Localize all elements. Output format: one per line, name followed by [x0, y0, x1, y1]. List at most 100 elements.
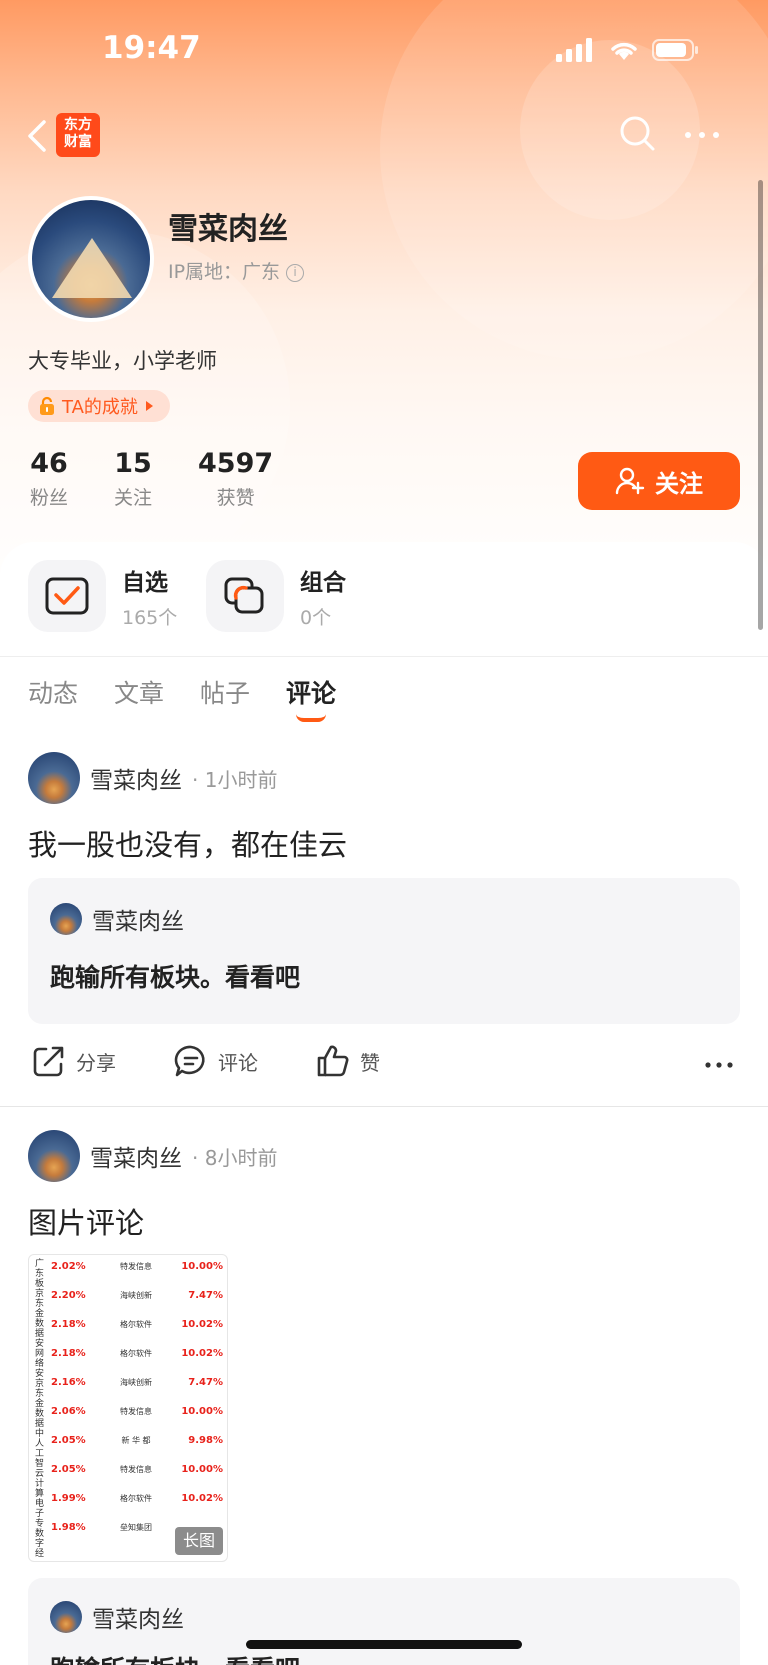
image-row-stock: 格尔软件 — [120, 1494, 152, 1503]
post-header: 雪菜肉丝 · 8小时前 — [28, 1130, 277, 1182]
post-text[interactable]: 我一股也没有，都在佳云 — [28, 822, 347, 864]
post-author[interactable]: 雪菜肉丝 — [90, 761, 182, 795]
search-button[interactable] — [618, 114, 658, 154]
profile-avatar[interactable] — [28, 196, 154, 322]
more-button[interactable] — [682, 120, 722, 150]
image-row-stock: 垒知集团 — [120, 1523, 152, 1532]
image-row-stock: 海峡创新 — [120, 1378, 152, 1387]
post-time: · 1小时前 — [192, 767, 278, 792]
comment-button[interactable]: 评论 — [174, 1044, 258, 1078]
image-row-change: 2.05% — [51, 1464, 86, 1475]
image-row-stock-change: 10.00% — [181, 1406, 223, 1417]
status-icons — [556, 38, 700, 62]
quoted-text: 跑输所有板块。看看吧 — [50, 1650, 300, 1665]
tab-dynamics[interactable]: 动态 — [28, 674, 78, 710]
quoted-post[interactable]: 雪菜肉丝 跑输所有板块。看看吧 — [28, 878, 740, 1024]
quoted-post-header: 雪菜肉丝 — [50, 902, 184, 936]
image-row-stock-change: 10.00% — [181, 1261, 223, 1272]
post-more-button[interactable] — [704, 1050, 734, 1080]
active-tab-indicator — [296, 714, 327, 722]
image-row: 2.02% 特发信息 10.00% — [51, 1261, 223, 1272]
image-row-stock-change: 9.98% — [188, 1435, 223, 1446]
portfolio-entry[interactable]: 组合 0个 — [206, 560, 346, 632]
stat-following-label: 关注 — [114, 487, 153, 509]
add-user-icon — [615, 467, 645, 495]
stat-fans[interactable]: 46 粉丝 — [30, 448, 68, 510]
stat-likes[interactable]: 4597 获赞 — [198, 448, 273, 510]
image-row-change: 2.20% — [51, 1290, 86, 1301]
search-icon — [620, 116, 655, 151]
stat-fans-count: 46 — [30, 448, 68, 479]
wifi-icon — [611, 42, 637, 60]
image-row-change: 2.05% — [51, 1435, 86, 1446]
stat-fans-label: 粉丝 — [30, 487, 69, 509]
image-row-stock: 特发信息 — [120, 1407, 152, 1416]
home-indicator[interactable] — [246, 1640, 522, 1649]
logo-text-bottom: 财富 — [64, 134, 92, 150]
stat-likes-count: 4597 — [198, 448, 274, 479]
portfolio-icon — [224, 577, 264, 614]
chevron-left-icon — [28, 120, 46, 152]
image-left-column: 广东板京东金数据安网络安京东金数据中人工智云计算电子专数字经 — [35, 1259, 45, 1559]
tab-comments[interactable]: 评论 — [286, 674, 336, 722]
quoted-post-header: 雪菜肉丝 — [50, 1600, 184, 1634]
status-time: 19:47 — [102, 30, 201, 66]
image-row-stock: 特发信息 — [120, 1465, 152, 1474]
image-row: 2.06% 特发信息 10.00% — [51, 1406, 223, 1417]
image-row-stock-change: 10.02% — [181, 1493, 223, 1504]
portfolio-title: 组合 — [300, 569, 346, 596]
image-row-change: 1.98% — [51, 1522, 86, 1533]
tab-posts[interactable]: 帖子 — [200, 674, 250, 710]
image-row-change: 1.99% — [51, 1493, 86, 1504]
lock-icon — [40, 396, 54, 415]
comment-label: 评论 — [218, 1050, 258, 1075]
post-image[interactable]: 广东板京东金数据安网络安京东金数据中人工智云计算电子专数字经 2.02% 特发信息… — [28, 1254, 228, 1562]
stat-likes-label: 获赞 — [216, 487, 255, 509]
post-time: · 8小时前 — [192, 1145, 278, 1170]
post-text[interactable]: 图片评论 — [28, 1200, 144, 1242]
share-label: 分享 — [76, 1050, 116, 1075]
follow-button[interactable]: 关注 — [578, 452, 740, 510]
back-button[interactable] — [24, 116, 54, 156]
stat-following[interactable]: 15 关注 — [114, 448, 152, 510]
share-button[interactable]: 分享 — [32, 1044, 116, 1078]
app-logo: 东方 财富 — [56, 113, 100, 157]
image-row-stock-change: 10.00% — [181, 1464, 223, 1475]
comment-icon — [174, 1045, 205, 1077]
divider — [0, 1106, 768, 1107]
image-row-change: 2.18% — [51, 1319, 86, 1330]
portfolio-icon-box — [206, 560, 284, 632]
image-row-change: 2.02% — [51, 1261, 86, 1272]
profile-tabs: 动态 文章 帖子 评论 — [28, 674, 336, 722]
quoted-text: 跑输所有板块。看看吧 — [50, 963, 301, 992]
watchlist-icon-box — [28, 560, 106, 632]
like-label: 赞 — [360, 1050, 380, 1075]
quoted-post[interactable]: 雪菜肉丝 跑输所有板块。看看吧 — [28, 1578, 740, 1665]
avatar — [50, 903, 82, 935]
info-icon[interactable]: i — [286, 263, 305, 282]
portfolio-count: 0个 — [300, 606, 332, 629]
thumbs-up-icon — [317, 1045, 349, 1077]
avatar[interactable] — [28, 752, 80, 804]
image-row-stock: 格尔软件 — [120, 1320, 152, 1329]
play-arrow-icon — [145, 401, 153, 411]
achievement-badge[interactable]: TA的成就 — [28, 390, 170, 422]
watchlist-count: 165个 — [122, 606, 178, 629]
image-row-stock: 海峡创新 — [120, 1291, 152, 1300]
image-row-stock: 格尔软件 — [120, 1349, 152, 1358]
post-author[interactable]: 雪菜肉丝 — [90, 1139, 182, 1173]
image-row: 2.18% 格尔软件 10.02% — [51, 1348, 223, 1359]
avatar[interactable] — [28, 1130, 80, 1182]
scrollbar[interactable] — [758, 180, 763, 630]
image-row-stock-change: 10.02% — [181, 1319, 223, 1330]
more-dots-icon — [705, 1062, 733, 1068]
stat-following-count: 15 — [114, 448, 152, 479]
achievement-label: TA的成就 — [62, 397, 138, 418]
post-actions: 分享 评论 赞 — [32, 1044, 738, 1088]
long-image-badge: 长图 — [175, 1527, 223, 1555]
like-button[interactable]: 赞 — [316, 1044, 380, 1078]
follow-label: 关注 — [655, 469, 703, 498]
tab-articles[interactable]: 文章 — [114, 674, 164, 710]
watchlist-entry[interactable]: 自选 165个 — [28, 560, 177, 632]
ip-location: IP属地：广东 i — [168, 257, 305, 284]
